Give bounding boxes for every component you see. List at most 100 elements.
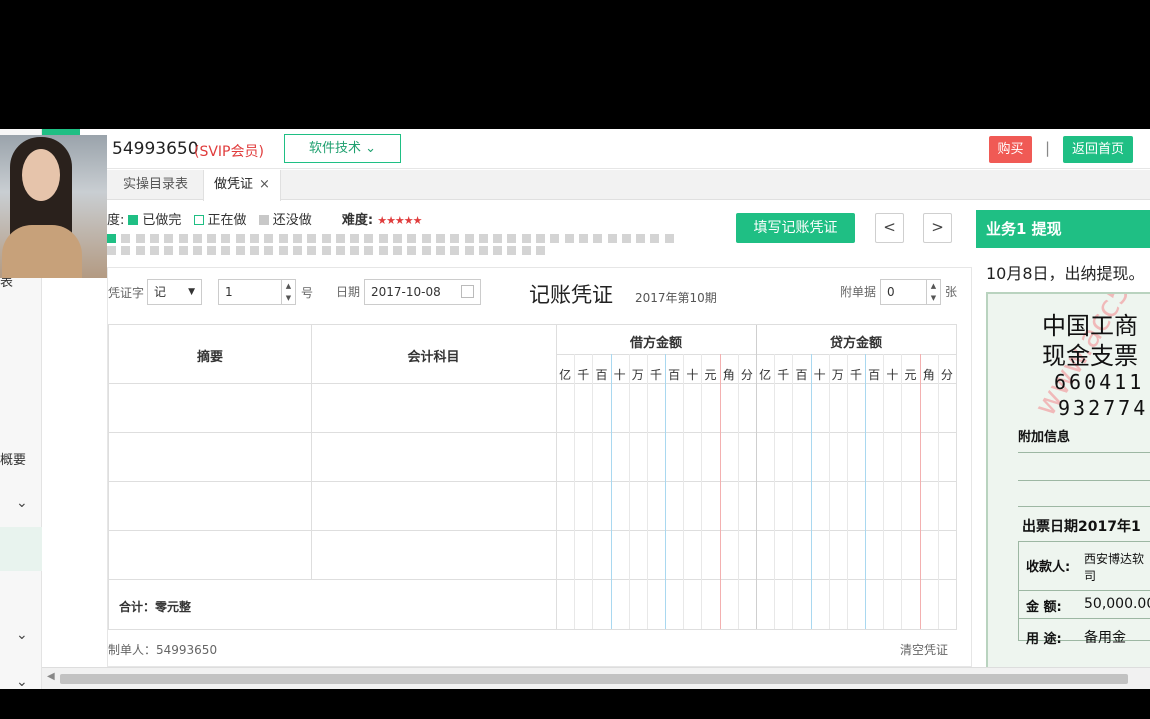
task-status-icon[interactable] — [264, 246, 274, 255]
fill-voucher-button[interactable]: 填写记账凭证 — [736, 213, 855, 243]
task-status-icon[interactable] — [221, 234, 231, 243]
task-status-icon[interactable] — [364, 246, 374, 255]
account-cell[interactable] — [311, 482, 556, 530]
task-status-icon[interactable] — [121, 234, 131, 243]
task-status-icon[interactable] — [192, 234, 202, 243]
task-status-icon[interactable] — [278, 246, 288, 255]
tab-make-voucher[interactable]: 做凭证 × — [203, 170, 281, 201]
task-status-icon[interactable] — [149, 246, 159, 255]
task-status-icon[interactable] — [192, 246, 202, 255]
account-cell[interactable] — [311, 384, 556, 432]
task-status-icon[interactable] — [464, 246, 474, 255]
task-status-icon[interactable] — [435, 234, 445, 243]
task-status-icon[interactable] — [107, 246, 116, 255]
task-status-icon[interactable] — [135, 246, 145, 255]
voucher-number-input[interactable]: 1 ▲ ▼ — [218, 279, 296, 305]
task-status-icon[interactable] — [478, 246, 488, 255]
summary-cell[interactable] — [109, 531, 311, 579]
task-status-icon[interactable] — [292, 246, 302, 255]
voucher-type-select[interactable]: 记 ▼ — [147, 279, 202, 305]
task-status-icon[interactable] — [378, 234, 388, 243]
task-status-icon[interactable] — [450, 246, 460, 255]
task-status-icon[interactable] — [636, 234, 646, 243]
task-status-icon[interactable] — [493, 234, 503, 243]
task-status-icon[interactable] — [378, 246, 388, 255]
task-status-icon[interactable] — [435, 246, 445, 255]
task-status-icon[interactable] — [207, 234, 217, 243]
debit-cell[interactable] — [556, 433, 756, 481]
task-status-icon[interactable] — [407, 234, 417, 243]
task-status-icon[interactable] — [307, 234, 317, 243]
summary-cell[interactable] — [109, 433, 311, 481]
task-status-icon[interactable] — [149, 234, 159, 243]
task-status-icon[interactable] — [364, 234, 374, 243]
home-button[interactable]: 返回首页 — [1063, 136, 1133, 163]
number-stepper-icon[interactable]: ▲ ▼ — [281, 280, 295, 304]
task-status-icon[interactable] — [607, 234, 617, 243]
task-status-icon[interactable] — [493, 246, 503, 255]
credit-cell[interactable] — [756, 531, 956, 579]
scrollbar-thumb[interactable] — [60, 674, 1128, 684]
task-status-icon[interactable] — [321, 246, 331, 255]
task-status-icon[interactable] — [321, 234, 331, 243]
task-status-icon[interactable] — [550, 234, 560, 243]
task-status-icon[interactable] — [350, 234, 360, 243]
task-status-icon[interactable] — [235, 246, 245, 255]
category-dropdown[interactable]: 软件技术 ⌄ — [284, 134, 401, 163]
task-status-icon[interactable] — [621, 234, 631, 243]
task-status-icon[interactable] — [393, 246, 402, 255]
task-status-icon[interactable] — [564, 234, 574, 243]
task-status-icon[interactable] — [450, 234, 460, 243]
task-status-icon[interactable] — [350, 246, 360, 255]
account-cell[interactable] — [311, 433, 556, 481]
task-status-icon[interactable] — [250, 246, 259, 255]
task-status-icon[interactable] — [164, 234, 174, 243]
debit-cell[interactable] — [556, 531, 756, 579]
tab-practice-catalog[interactable]: 实操目录表 — [113, 170, 198, 200]
attach-count-input[interactable]: 0 ▲ ▼ — [880, 279, 941, 305]
task-status-icon[interactable] — [521, 234, 531, 243]
scroll-left-icon[interactable]: ◀ — [47, 671, 55, 682]
task-status-icon[interactable] — [464, 234, 474, 243]
task-status-icon[interactable] — [421, 246, 431, 255]
credit-cell[interactable] — [756, 384, 956, 432]
task-status-icon[interactable] — [650, 234, 660, 243]
task-status-icon[interactable] — [178, 234, 188, 243]
credit-cell[interactable] — [756, 433, 956, 481]
horizontal-scrollbar[interactable]: ◀ — [42, 667, 1150, 689]
task-status-icon[interactable] — [335, 246, 345, 255]
chevron-down-icon[interactable]: ⌄ — [16, 495, 28, 511]
account-cell[interactable] — [311, 531, 556, 579]
task-status-icon[interactable] — [307, 246, 317, 255]
sidebar-active-item[interactable] — [0, 527, 42, 571]
task-status-icon[interactable] — [478, 234, 488, 243]
task-status-icon[interactable] — [536, 246, 545, 255]
task-status-icon[interactable] — [421, 234, 431, 243]
attach-stepper-icon[interactable]: ▲ ▼ — [926, 280, 940, 304]
clear-voucher-link[interactable]: 清空凭证 — [900, 641, 948, 658]
task-status-icon[interactable] — [221, 246, 231, 255]
task-status-icon[interactable] — [250, 234, 259, 243]
calendar-icon[interactable] — [461, 285, 474, 298]
task-status-icon[interactable] — [521, 246, 531, 255]
task-status-icon[interactable] — [593, 234, 603, 243]
task-status-icon[interactable] — [121, 246, 131, 255]
task-status-icon[interactable] — [578, 234, 588, 243]
task-status-icon[interactable] — [178, 246, 188, 255]
task-status-icon[interactable] — [536, 234, 545, 243]
close-icon[interactable]: × — [259, 177, 270, 192]
task-status-icon[interactable] — [335, 234, 345, 243]
task-status-icon[interactable] — [664, 234, 674, 243]
task-status-icon[interactable] — [135, 234, 145, 243]
task-status-icon[interactable] — [507, 234, 517, 243]
chevron-down-icon[interactable]: ⌄ — [16, 674, 28, 689]
next-button[interactable]: > — [923, 213, 952, 243]
credit-cell[interactable] — [756, 482, 956, 530]
task-status-icon[interactable] — [107, 234, 116, 243]
buy-button[interactable]: 购买 — [989, 136, 1032, 163]
task-status-icon[interactable] — [235, 234, 245, 243]
debit-cell[interactable] — [556, 482, 756, 530]
task-status-icon[interactable] — [393, 234, 402, 243]
debit-cell[interactable] — [556, 384, 756, 432]
task-status-icon[interactable] — [164, 246, 174, 255]
